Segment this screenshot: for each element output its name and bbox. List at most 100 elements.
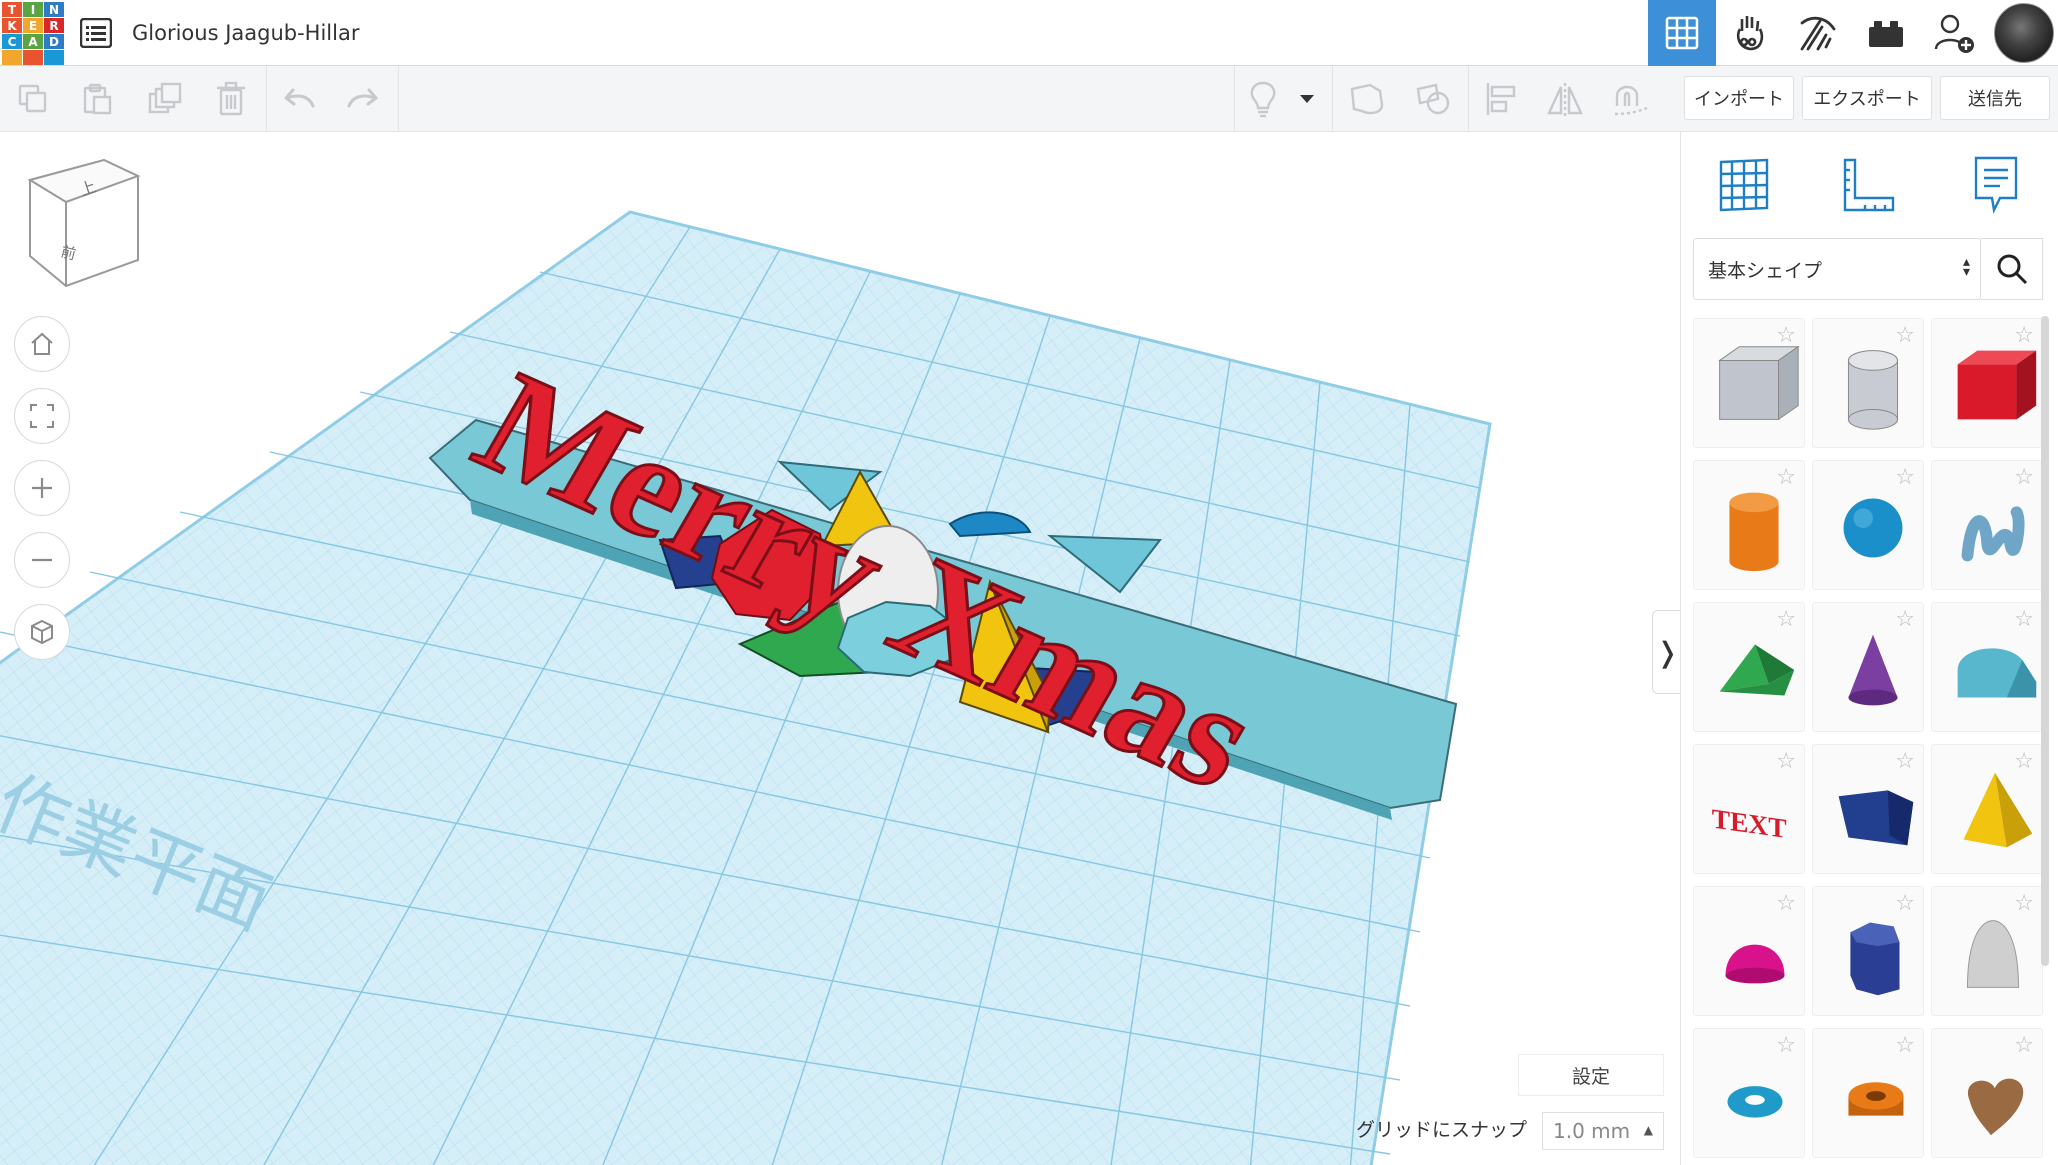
logo-tile	[2, 50, 22, 65]
shape-tile-torus[interactable]: ☆	[1693, 1028, 1805, 1158]
import-button[interactable]: インポート	[1684, 76, 1794, 120]
mirror-icon[interactable]	[1542, 76, 1588, 122]
cone-shape-icon	[1848, 634, 1898, 706]
add-user-button[interactable]	[1920, 0, 1988, 66]
zoom-out-button[interactable]	[14, 532, 70, 588]
logo-tile: R	[44, 18, 64, 33]
design-title[interactable]: Glorious Jaagub-Hillar	[132, 18, 359, 48]
panel-collapse-handle[interactable]: ❭	[1652, 610, 1680, 694]
shape-tile-cylinder[interactable]: ☆	[1693, 460, 1805, 590]
snap-grid-select[interactable]: 1.0 mm ▲	[1542, 1112, 1664, 1150]
cylinder-hole-shape-icon	[1847, 350, 1899, 430]
workplane-tab[interactable]	[1709, 150, 1779, 220]
settings-button[interactable]: 設定	[1518, 1054, 1664, 1096]
scribble-shape-icon	[1961, 506, 2025, 562]
snap-grid-value: 1.0 mm	[1553, 1119, 1631, 1143]
tinkercad-logo[interactable]: TIN KER CAD	[2, 2, 64, 65]
logo-tile: K	[2, 18, 22, 33]
search-button[interactable]	[1981, 238, 2043, 300]
shape-tile-text[interactable]: ☆ TEXT	[1693, 744, 1805, 874]
search-icon	[1997, 254, 2027, 285]
blocks-button[interactable]	[1716, 0, 1784, 66]
dropdown-icon[interactable]	[1290, 76, 1324, 122]
updown-icon: ▴ ▾	[1962, 254, 1970, 280]
view-cube[interactable]: 上 前	[27, 158, 141, 288]
logo-tile: T	[2, 2, 22, 17]
round-roof-shape-icon	[1957, 648, 2037, 698]
svg-text:TEXT: TEXT	[1712, 803, 1787, 844]
logo-tile: I	[23, 2, 43, 17]
pyramid-shape-icon	[1963, 772, 2033, 848]
logo-tile: A	[23, 34, 43, 49]
shape-tile-half-sphere[interactable]: ☆	[1693, 886, 1805, 1016]
ruler-icon	[1843, 158, 1895, 212]
fit-view-button[interactable]	[14, 388, 70, 444]
paraboloid-shape-icon	[1966, 920, 2020, 988]
shape-tile-cone[interactable]: ☆	[1812, 602, 1924, 732]
torus-shape-icon	[1727, 1086, 1783, 1118]
heart-shape-icon	[1967, 1078, 2024, 1136]
blocks-icon	[1736, 16, 1764, 51]
top-bar: TIN KER CAD Glorious Jaagub-Hillar	[0, 0, 2058, 66]
pickaxe-button[interactable]	[1784, 0, 1852, 66]
shape-tile-box-hole[interactable]: ☆	[1693, 318, 1805, 448]
box-shape-icon	[1957, 350, 2037, 420]
box-hole-shape-icon	[1718, 345, 1800, 421]
undo-icon[interactable]	[276, 76, 322, 122]
home-view-button[interactable]	[14, 316, 70, 372]
ruler-tab[interactable]	[1833, 150, 1903, 220]
caret-up-icon: ▲	[1643, 1123, 1653, 1137]
notes-icon	[1974, 156, 2018, 214]
sphere-shape-icon	[1843, 498, 1903, 558]
shape-tile-box[interactable]: ☆	[1931, 318, 2043, 448]
logo-tile: N	[44, 2, 64, 17]
shape-tile-cylinder-hole[interactable]: ☆	[1812, 318, 1924, 448]
export-button[interactable]: エクスポート	[1802, 76, 1932, 120]
roof-shape-icon	[1719, 644, 1795, 696]
zoom-in-button[interactable]	[14, 460, 70, 516]
brick-icon	[1869, 21, 1903, 47]
shape-tile-sphere[interactable]: ☆	[1812, 460, 1924, 590]
snap-grid-label: グリッドにスナップ	[1356, 1119, 1528, 1141]
shape-tile-tube[interactable]: ☆	[1812, 1028, 1924, 1158]
align-icon[interactable]	[1478, 76, 1524, 122]
copy-icon[interactable]	[10, 76, 56, 122]
shape-tile-wedge[interactable]: ☆	[1812, 744, 1924, 874]
edit-toolbar	[0, 66, 1680, 132]
brick-button[interactable]	[1852, 0, 1920, 66]
shapes-panel: 基本シェイプ ▴ ▾ ☆ ☆ ☆ ☆ ☆ ☆ ☆ ☆ ☆ ☆ TEXT ☆ ☆ ☆ ☆ ☆ ☆ ☆ ☆	[1680, 132, 2058, 1165]
workplane-scene[interactable]: 作業平面 Merry Xmas 上 前	[0, 132, 1680, 1165]
cube-icon	[31, 619, 53, 645]
redo-icon[interactable]	[340, 76, 386, 122]
delete-icon[interactable]	[208, 76, 254, 122]
ungroup-icon[interactable]	[1410, 76, 1456, 122]
fit-view-icon	[30, 404, 54, 428]
send-to-button[interactable]: 送信先	[1940, 76, 2050, 120]
home-icon	[31, 332, 53, 355]
grid-view-button[interactable]	[1648, 0, 1716, 66]
pickaxe-icon	[1800, 16, 1836, 51]
panel-scrollbar[interactable]	[2041, 316, 2049, 966]
shape-tile-paraboloid[interactable]: ☆	[1931, 886, 2043, 1016]
user-avatar[interactable]	[1994, 3, 2054, 63]
logo-tile	[23, 50, 43, 65]
group-icon[interactable]	[1344, 76, 1390, 122]
shape-tile-round-roof[interactable]: ☆	[1931, 602, 2043, 732]
shape-tile-pyramid[interactable]: ☆	[1931, 744, 2043, 874]
shape-category-select[interactable]: 基本シェイプ ▴ ▾	[1693, 238, 1981, 300]
duplicate-icon[interactable]	[141, 76, 187, 122]
shape-tile-scribble[interactable]: ☆	[1931, 460, 2043, 590]
perspective-button[interactable]	[14, 604, 70, 660]
tube-shape-icon	[1848, 1082, 1904, 1116]
cruise-icon[interactable]	[1608, 76, 1654, 122]
workplane-viewport[interactable]: 作業平面 Merry Xmas 上 前 ❭ 設定 グリッドにスナップ 1.0 m…	[0, 132, 1680, 1165]
shape-tile-heart[interactable]: ☆	[1931, 1028, 2043, 1158]
grid-view-icon	[1665, 16, 1699, 50]
notes-tab[interactable]	[1961, 150, 2031, 220]
shape-tile-roof[interactable]: ☆	[1693, 602, 1805, 732]
polygon-shape-icon	[1850, 922, 1900, 996]
shape-tile-polygon[interactable]: ☆	[1812, 886, 1924, 1016]
light-bulb-icon[interactable]	[1240, 76, 1286, 122]
paste-icon[interactable]	[74, 76, 120, 122]
list-icon[interactable]	[79, 17, 113, 49]
